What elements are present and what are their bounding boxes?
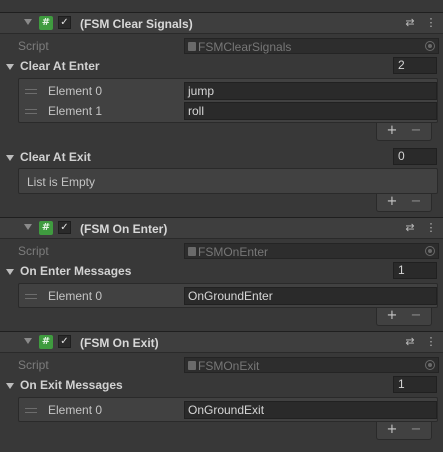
add-element-button[interactable]: + — [382, 423, 402, 437]
list-size-field[interactable]: 1 — [393, 262, 437, 279]
list-label-on-enter-messages[interactable]: On Enter Messages — [20, 264, 131, 278]
list-fold-icon[interactable] — [6, 269, 14, 275]
component-header-fsm-clear-signals[interactable]: # ✓ (FSM Clear Signals) ⇄ ⋮ — [0, 12, 443, 34]
list-size-field[interactable]: 1 — [393, 376, 437, 393]
object-picker-icon — [425, 246, 435, 256]
component-title: (FSM Clear Signals) — [80, 17, 193, 31]
script-asset-icon — [188, 361, 196, 370]
remove-element-button[interactable]: − — [406, 195, 426, 209]
element-value-field[interactable]: jump — [184, 82, 437, 100]
drag-handle-icon[interactable] — [25, 408, 37, 413]
presets-icon[interactable]: ⇄ — [403, 221, 417, 235]
remove-element-button[interactable]: − — [406, 309, 426, 323]
list-empty-text: List is Empty — [27, 175, 96, 189]
element-label: Element 1 — [48, 104, 103, 118]
element-value-field[interactable]: OnGroundExit — [184, 401, 437, 419]
list-on-enter-messages: Element 0 OnGroundEnter — [18, 283, 438, 308]
script-object-field: FSMClearSignals — [184, 38, 439, 54]
script-value: FSMClearSignals — [198, 40, 292, 54]
list-footer: + − — [376, 308, 432, 326]
presets-icon[interactable]: ⇄ — [403, 16, 417, 30]
script-hash-icon: # — [39, 221, 53, 235]
list-size-field[interactable]: 0 — [393, 148, 437, 165]
add-element-button[interactable]: + — [382, 195, 402, 209]
element-value-field[interactable]: roll — [184, 102, 437, 120]
enabled-checkbox[interactable]: ✓ — [58, 221, 71, 234]
context-menu-icon[interactable]: ⋮ — [424, 16, 438, 30]
list-fold-icon[interactable] — [6, 155, 14, 161]
list-fold-icon[interactable] — [6, 383, 14, 389]
script-hash-icon: # — [39, 16, 53, 30]
enabled-checkbox[interactable]: ✓ — [58, 335, 71, 348]
script-asset-icon — [188, 42, 196, 51]
remove-element-button[interactable]: − — [406, 124, 426, 138]
enabled-checkbox[interactable]: ✓ — [58, 16, 71, 29]
drag-handle-icon[interactable] — [25, 294, 37, 299]
object-picker-icon — [425, 360, 435, 370]
list-clear-at-exit: List is Empty — [18, 168, 438, 194]
script-asset-icon — [188, 247, 196, 256]
context-menu-icon[interactable]: ⋮ — [424, 221, 438, 235]
list-label-clear-at-enter[interactable]: Clear At Enter — [20, 59, 100, 73]
context-menu-icon[interactable]: ⋮ — [424, 335, 438, 349]
drag-handle-icon[interactable] — [25, 89, 37, 94]
object-picker-icon — [425, 41, 435, 51]
script-label: Script — [18, 39, 49, 53]
list-on-exit-messages: Element 0 OnGroundExit — [18, 397, 438, 422]
element-label: Element 0 — [48, 403, 103, 417]
component-title: (FSM On Exit) — [80, 336, 159, 350]
fold-arrow-icon[interactable] — [24, 224, 32, 230]
element-label: Element 0 — [48, 289, 103, 303]
script-label: Script — [18, 244, 49, 258]
element-value-field[interactable]: OnGroundEnter — [184, 287, 437, 305]
list-clear-at-enter: Element 0 jump Element 1 roll — [18, 78, 438, 123]
script-value: FSMOnExit — [198, 359, 260, 373]
list-size-field[interactable]: 2 — [393, 57, 437, 74]
script-object-field: FSMOnEnter — [184, 243, 439, 259]
list-footer: + − — [376, 422, 432, 440]
component-header-fsm-on-exit[interactable]: # ✓ (FSM On Exit) ⇄ ⋮ — [0, 331, 443, 353]
component-header-fsm-on-enter[interactable]: # ✓ (FSM On Enter) ⇄ ⋮ — [0, 217, 443, 239]
list-label-on-exit-messages[interactable]: On Exit Messages — [20, 378, 123, 392]
add-element-button[interactable]: + — [382, 309, 402, 323]
script-object-field: FSMOnExit — [184, 357, 439, 373]
list-footer: + − — [376, 123, 432, 141]
element-label: Element 0 — [48, 84, 103, 98]
script-hash-icon: # — [39, 335, 53, 349]
script-value: FSMOnEnter — [198, 245, 269, 259]
list-footer: + − — [376, 194, 432, 212]
fold-arrow-icon[interactable] — [24, 338, 32, 344]
add-element-button[interactable]: + — [382, 124, 402, 138]
list-fold-icon[interactable] — [6, 64, 14, 70]
fold-arrow-icon[interactable] — [24, 19, 32, 25]
remove-element-button[interactable]: − — [406, 423, 426, 437]
presets-icon[interactable]: ⇄ — [403, 335, 417, 349]
list-label-clear-at-exit[interactable]: Clear At Exit — [20, 150, 91, 164]
script-label: Script — [18, 358, 49, 372]
component-title: (FSM On Enter) — [80, 222, 168, 236]
drag-handle-icon[interactable] — [25, 109, 37, 114]
